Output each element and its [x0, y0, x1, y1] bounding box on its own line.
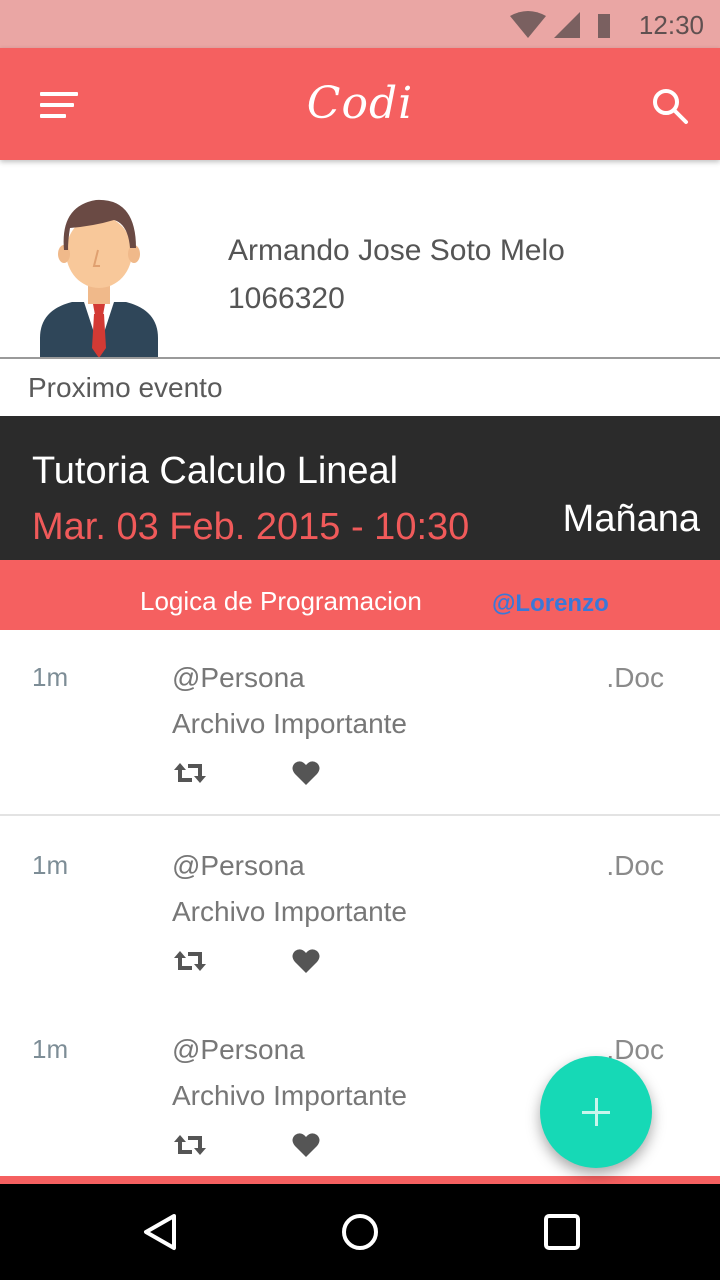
retweet-icon[interactable]: [172, 948, 208, 974]
feed-user[interactable]: @Persona: [172, 1034, 305, 1066]
heart-icon[interactable]: [292, 948, 320, 974]
feed-item[interactable]: 1m @Persona Archivo Importante .Doc: [0, 630, 720, 816]
course-name[interactable]: Logica de Programacion: [140, 586, 422, 617]
bottom-accent-strip: [0, 1176, 720, 1184]
event-title: Tutoria Calculo Lineal: [32, 450, 399, 492]
course-bar: Logica de Programacion @Lorenzo: [0, 560, 720, 630]
next-event-card[interactable]: Tutoria Calculo Lineal Mar. 03 Feb. 2015…: [0, 416, 720, 560]
section-label: Proximo evento: [28, 372, 223, 403]
feed-description: Archivo Importante: [172, 1080, 407, 1111]
event-date: Mar. 03 Feb. 2015 - 10:30: [32, 506, 470, 548]
feed-file-type: .Doc: [606, 850, 664, 881]
retweet-icon[interactable]: [172, 1132, 208, 1158]
battery-icon: [598, 14, 610, 38]
profile-id: 1066320: [228, 282, 345, 315]
app-title: Codi: [306, 78, 414, 129]
avatar[interactable]: [36, 188, 162, 358]
feed-time: 1m: [32, 662, 69, 692]
cell-signal-icon: [554, 12, 580, 38]
app-bar: Codi: [0, 48, 720, 160]
feed-time: 1m: [32, 850, 69, 880]
feed-item[interactable]: 1m @Persona Archivo Importante .Doc: [0, 818, 720, 1004]
add-button[interactable]: [540, 1056, 652, 1168]
status-bar: 12:30: [0, 0, 720, 48]
feed-description: Archivo Importante: [172, 896, 407, 927]
heart-icon[interactable]: [292, 760, 320, 786]
search-icon[interactable]: [650, 86, 690, 126]
heart-icon[interactable]: [292, 1132, 320, 1158]
navigation-bar: [0, 1184, 720, 1280]
signal-icons: [510, 11, 610, 38]
profile-section: Armando Jose Soto Melo 1066320: [0, 160, 720, 358]
feed-user[interactable]: @Persona: [172, 662, 305, 694]
recents-icon[interactable]: [542, 1212, 582, 1252]
status-time: 12:30: [638, 10, 704, 40]
back-icon[interactable]: [140, 1212, 180, 1252]
profile-name: Armando Jose Soto Melo: [228, 234, 565, 267]
feed-file-type: .Doc: [606, 662, 664, 693]
feed-description: Archivo Importante: [172, 708, 407, 739]
course-user-link[interactable]: @Lorenzo: [492, 590, 609, 618]
feed-user[interactable]: @Persona: [172, 850, 305, 882]
event-when: Mañana: [562, 498, 700, 540]
feed-time: 1m: [32, 1034, 69, 1064]
divider: [0, 357, 720, 359]
wifi-icon: [510, 11, 546, 38]
home-icon[interactable]: [340, 1212, 380, 1252]
retweet-icon[interactable]: [172, 760, 208, 786]
